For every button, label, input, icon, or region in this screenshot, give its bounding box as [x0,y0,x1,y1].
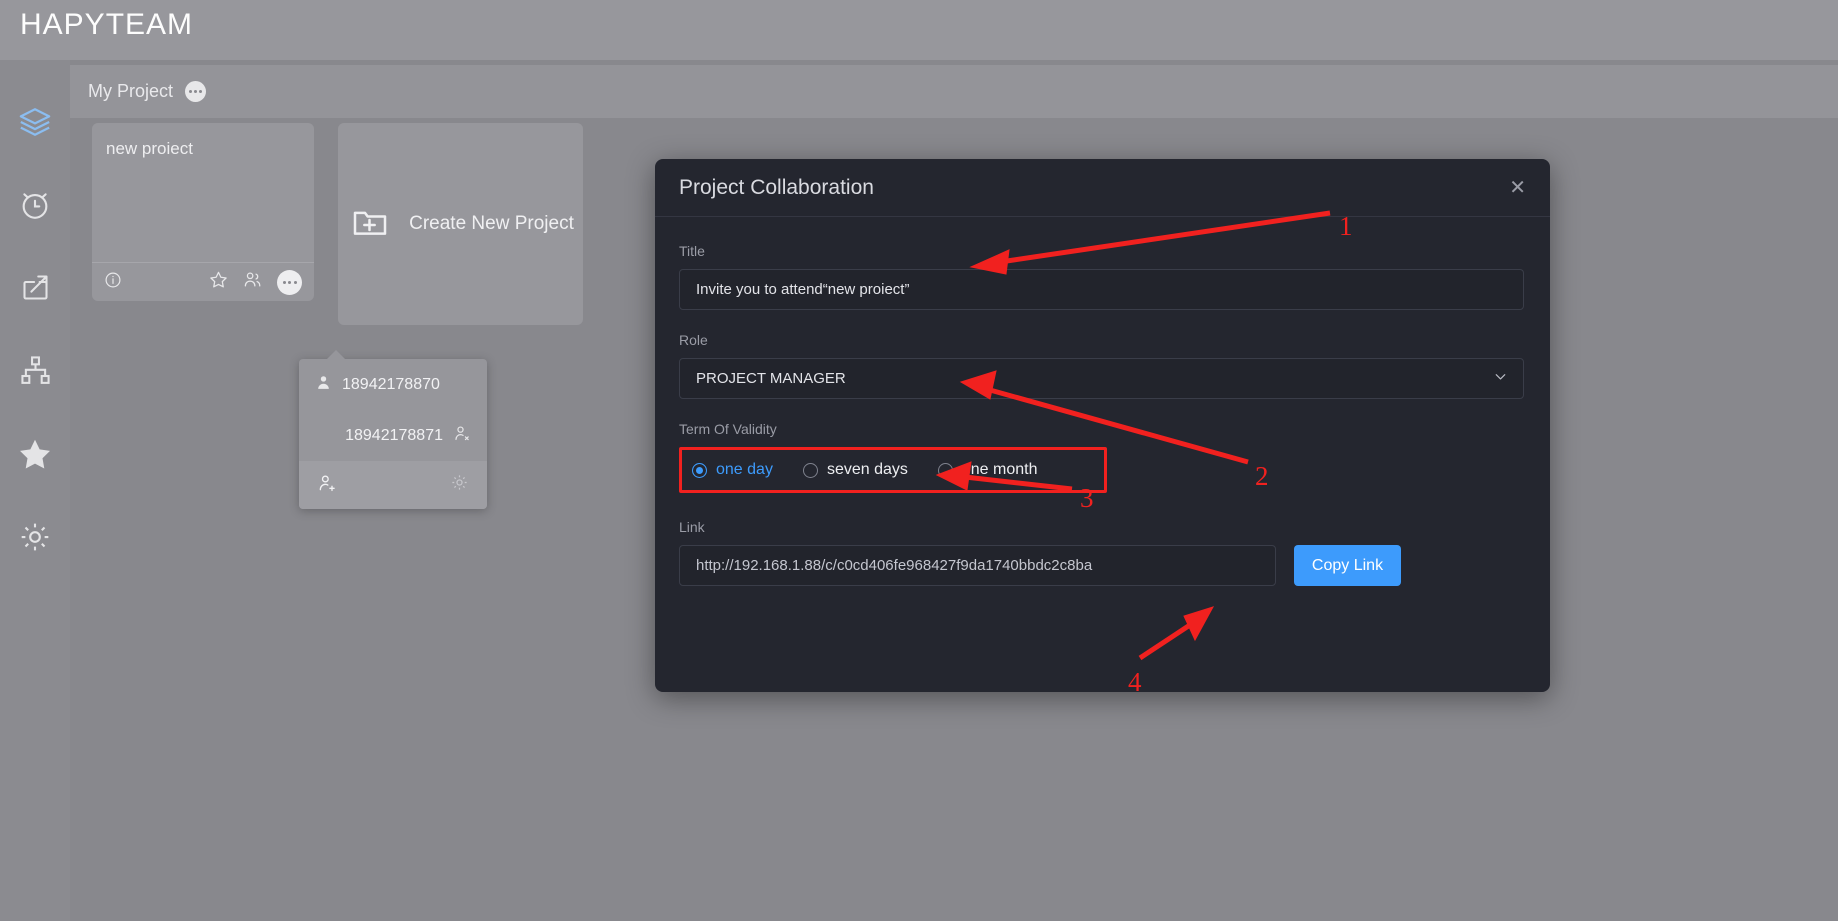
radio-label: seven days [826,461,908,478]
role-select[interactable]: PROJECT MANAGER [679,358,1524,399]
add-user-icon[interactable] [317,473,337,498]
link-input[interactable]: http://192.168.1.88/c/c0cd406fe968427f9d… [679,545,1276,586]
sidebar-item-recent[interactable] [0,163,70,246]
share-export-icon [19,271,52,304]
project-collaboration-dialog: Project Collaboration ✕ Title Invite you… [655,159,1550,692]
popup-arrow [326,350,346,360]
radio-one-day[interactable]: one day [692,461,773,479]
sidebar-item-share[interactable] [0,246,70,329]
remove-user-icon[interactable] [453,424,471,447]
copy-link-button[interactable]: Copy Link [1294,545,1401,586]
validity-radio-group: one day seven days one month [679,447,1107,493]
more-icon[interactable] [277,269,302,295]
app-root: HAPYTEAM My Project new proiect Create N… [0,0,1838,921]
project-card[interactable]: new proiect [92,123,314,301]
star-icon[interactable] [209,270,228,294]
chevron-down-icon [1492,368,1509,389]
radio-dot-icon [802,462,818,478]
alarm-clock-icon [18,188,52,222]
folder-plus-icon [347,202,393,247]
brand-logo: HAPYTEAM [20,8,194,41]
left-sidebar [0,60,70,921]
members-popup: 18942178870 18942178871 [299,350,487,509]
dialog-header: Project Collaboration ✕ [655,159,1550,217]
radio-one-month[interactable]: one month [937,461,1038,479]
radio-label: one day [716,461,773,478]
sidebar-item-structure[interactable] [0,329,70,412]
member-row[interactable]: 18942178870 [299,359,487,410]
gear-icon [18,520,52,554]
star-icon [17,436,53,472]
radio-seven-days[interactable]: seven days [802,461,908,479]
sidebar-item-favorites[interactable] [0,412,70,495]
layers-icon [16,105,54,139]
gear-icon[interactable] [450,473,469,497]
link-field-label: Link [679,519,705,535]
tab-my-project[interactable]: My Project [88,81,173,102]
app-header: HAPYTEAM [0,0,1838,60]
title-field-label: Title [679,243,705,259]
role-select-value: PROJECT MANAGER [696,370,846,387]
radio-dot-icon [937,462,953,478]
dialog-body: Title Invite you to attend“new proiect” … [655,217,1550,586]
member-name: 18942178870 [342,375,440,393]
project-card-footer [92,262,314,301]
org-chart-icon [19,354,52,387]
validity-field-label: Term Of Validity [679,421,777,437]
member-row[interactable]: 18942178871 [299,410,487,461]
create-new-project-label: Create New Project [409,213,574,234]
tab-bar: My Project [70,65,1838,118]
ellipsis-icon[interactable] [185,81,207,102]
member-name: 18942178871 [345,426,443,444]
sidebar-item-settings[interactable] [0,495,70,578]
project-card-title: new proiect [106,139,193,158]
link-row: http://192.168.1.88/c/c0cd406fe968427f9d… [679,545,1526,586]
project-card-list: new proiect Create New Project [92,123,583,325]
close-icon[interactable]: ✕ [1509,178,1526,198]
create-new-project-card[interactable]: Create New Project [338,123,583,325]
owner-icon [315,374,332,396]
sidebar-item-projects[interactable] [0,80,70,163]
radio-label: one month [961,461,1038,478]
role-field-label: Role [679,332,708,348]
title-input[interactable]: Invite you to attend“new proiect” [679,269,1524,310]
info-icon[interactable] [104,271,122,294]
members-popup-footer [299,461,487,509]
radio-dot-icon [692,462,707,478]
dialog-title: Project Collaboration [679,175,874,199]
members-icon[interactable] [242,270,263,294]
